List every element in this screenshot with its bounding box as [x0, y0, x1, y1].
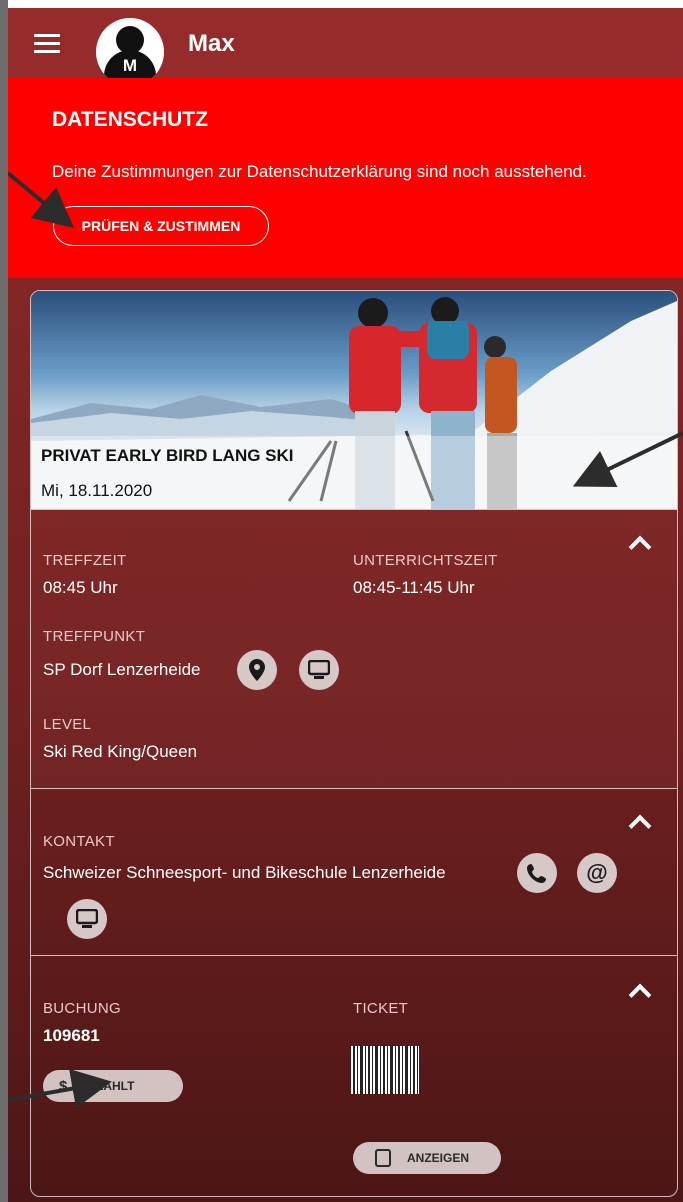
money-hand-icon: $	[59, 1077, 68, 1095]
paid-status-badge: $ BEZAHLT	[43, 1070, 183, 1102]
meeting-time-value: 08:45 Uhr	[43, 578, 118, 597]
chevron-up-icon[interactable]	[627, 530, 651, 554]
privacy-message: Deine Zustimmungen zur Datenschutzerklär…	[52, 162, 587, 181]
booking-number: 109681	[43, 1026, 100, 1045]
course-card: PRIVAT EARLY BIRD LANG SKI Mi, 18.11.202…	[30, 290, 678, 1197]
show-ticket-label: ANZEIGEN	[407, 1151, 470, 1165]
level-label: LEVEL	[43, 716, 92, 733]
monitor-icon[interactable]	[299, 650, 339, 690]
review-consent-button[interactable]: PRÜFEN & ZUSTIMMEN	[53, 206, 269, 246]
lesson-time-label: UNTERRICHTSZEIT	[353, 552, 498, 569]
location-pin-icon[interactable]	[237, 650, 277, 690]
paid-status-label: BEZAHLT	[79, 1079, 135, 1093]
privacy-title: DATENSCHUTZ	[52, 108, 208, 131]
avatar[interactable]: M	[96, 18, 164, 86]
privacy-banner: DATENSCHUTZ Deine Zustimmungen zur Daten…	[8, 78, 683, 278]
username: Max	[188, 30, 235, 57]
ticket-label: TICKET	[353, 1000, 409, 1017]
at-icon[interactable]: @	[577, 853, 617, 893]
contact-label: KONTAKT	[43, 833, 115, 850]
hamburger-menu-icon[interactable]	[34, 34, 60, 54]
course-hero-image: PRIVAT EARLY BIRD LANG SKI Mi, 18.11.202…	[31, 291, 677, 509]
level-value: Ski Red King/Queen	[43, 742, 198, 761]
avatar-letter: M	[122, 56, 138, 75]
meeting-point-value: SP Dorf Lenzerheide	[43, 660, 201, 679]
chevron-up-icon[interactable]	[627, 978, 651, 1002]
details-section: TREFFZEIT 08:45 Uhr UNTERRICHTSZEIT 08:4…	[31, 509, 677, 788]
booking-label: BUCHUNG	[43, 1000, 121, 1017]
meeting-point-label: TREFFPUNKT	[43, 628, 146, 645]
app-container: M Max DATENSCHUTZ Deine Zustimmungen zur…	[8, 8, 683, 1202]
phone-icon[interactable]	[517, 853, 557, 893]
meeting-time-label: TREFFZEIT	[43, 552, 127, 569]
course-date: Mi, 18.11.2020	[41, 481, 153, 500]
monitor-icon[interactable]	[67, 899, 107, 939]
chevron-up-icon[interactable]	[627, 809, 651, 833]
top-bar: M Max	[8, 8, 683, 86]
lesson-time-value: 08:45-11:45 Uhr	[353, 578, 475, 597]
contact-section: KONTAKT Schweizer Schneesport- und Bikes…	[31, 788, 677, 955]
contact-name: Schweizer Schneesport- und Bikeschule Le…	[43, 863, 446, 882]
booking-section: BUCHUNG 109681 $ BEZAHLT TICKET ANZEIGEN	[31, 955, 677, 1196]
show-ticket-button[interactable]: ANZEIGEN	[353, 1142, 501, 1174]
left-edge-strip	[0, 0, 8, 1202]
contact-card-icon	[375, 1149, 391, 1167]
barcode-icon	[351, 1046, 419, 1094]
at-symbol: @	[586, 860, 608, 885]
course-title: PRIVAT EARLY BIRD LANG SKI	[41, 446, 294, 465]
